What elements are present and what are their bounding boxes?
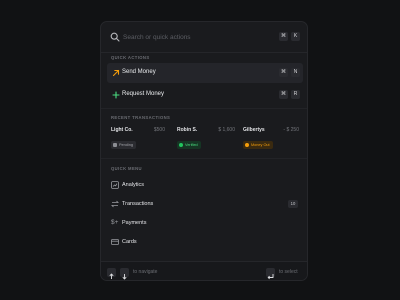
- status-label: Verified: [185, 143, 198, 147]
- send-money-label: Send Money: [122, 69, 156, 75]
- quick-menu-title: QUICK MENU: [111, 166, 142, 171]
- transaction-gilbertys[interactable]: Gilbertys - $ 250 Money Out: [243, 127, 307, 151]
- menu-item-payments[interactable]: $+ Payments: [107, 215, 303, 232]
- request-money-r-key: R: [291, 90, 300, 99]
- menu-item-analytics[interactable]: Analytics: [107, 177, 303, 194]
- menu-item-label: Payments: [122, 220, 147, 226]
- transfer-icon: [111, 200, 119, 208]
- transaction-name: Gilbertys: [243, 127, 265, 133]
- arrow-up-icon: [109, 273, 114, 279]
- plus-icon: [112, 91, 120, 99]
- status-badge-verified: Verified: [177, 141, 201, 149]
- chart-icon: [111, 181, 119, 189]
- arrow-down-icon: [122, 274, 127, 280]
- request-money-action[interactable]: Request Money ⌘ R: [107, 85, 303, 105]
- card-icon: [111, 239, 119, 245]
- pending-icon: [113, 143, 117, 147]
- status-badge-pending: Pending: [111, 141, 136, 149]
- dollar-plus-icon: $+: [111, 219, 119, 226]
- send-money-n-key: N: [291, 68, 300, 77]
- menu-item-transactions[interactable]: Transactions 10: [107, 196, 303, 213]
- search-icon: [110, 32, 120, 42]
- status-badge-money-out: Money Out: [243, 141, 273, 149]
- arrow-up-key: [107, 268, 116, 279]
- money-out-icon: [245, 143, 249, 147]
- palette-footer: to navigate to select: [101, 261, 307, 280]
- menu-item-label: Transactions: [122, 201, 154, 207]
- select-hint: to select: [279, 269, 298, 275]
- divider: [101, 158, 307, 159]
- transaction-amount: $ 1,600: [218, 127, 235, 133]
- send-money-cmd-key: ⌘: [279, 68, 288, 77]
- request-money-cmd-key: ⌘: [279, 90, 288, 99]
- transaction-name: Robin S.: [177, 127, 198, 133]
- transaction-light-co[interactable]: Light Co. $500 Pending: [111, 127, 175, 151]
- search-bar: ⌘ K: [101, 22, 307, 53]
- navigate-hint: to navigate: [133, 269, 158, 275]
- command-palette: ⌘ K QUICK ACTIONS Send Money ⌘ N Request…: [100, 21, 308, 281]
- enter-icon: [267, 274, 274, 280]
- request-money-label: Request Money: [122, 91, 165, 97]
- transaction-amount: - $ 250: [283, 127, 299, 133]
- menu-item-label: Cards: [122, 239, 137, 245]
- shortcut-cmd-key: ⌘: [279, 32, 288, 41]
- transaction-name: Light Co.: [111, 127, 133, 133]
- transaction-robin-s[interactable]: Robin S. $ 1,600 Verified: [177, 127, 241, 151]
- transaction-amount: $500: [153, 127, 165, 133]
- menu-item-label: Analytics: [122, 182, 145, 188]
- recent-transactions-title: RECENT TRANSACTIONS: [111, 115, 171, 120]
- transactions-count-badge: 10: [288, 200, 298, 208]
- check-icon: [179, 143, 183, 147]
- enter-key: [266, 268, 275, 280]
- shortcut-k-key: K: [291, 32, 300, 41]
- quick-actions-title: QUICK ACTIONS: [111, 55, 150, 60]
- arrow-down-key: [120, 268, 129, 280]
- send-money-action[interactable]: Send Money ⌘ N: [107, 63, 303, 83]
- status-label: Money Out: [251, 143, 270, 147]
- divider: [101, 108, 307, 109]
- menu-item-cards[interactable]: Cards: [107, 234, 303, 251]
- status-label: Pending: [119, 143, 133, 147]
- arrow-up-right-icon: [112, 69, 120, 77]
- search-input[interactable]: [123, 30, 263, 44]
